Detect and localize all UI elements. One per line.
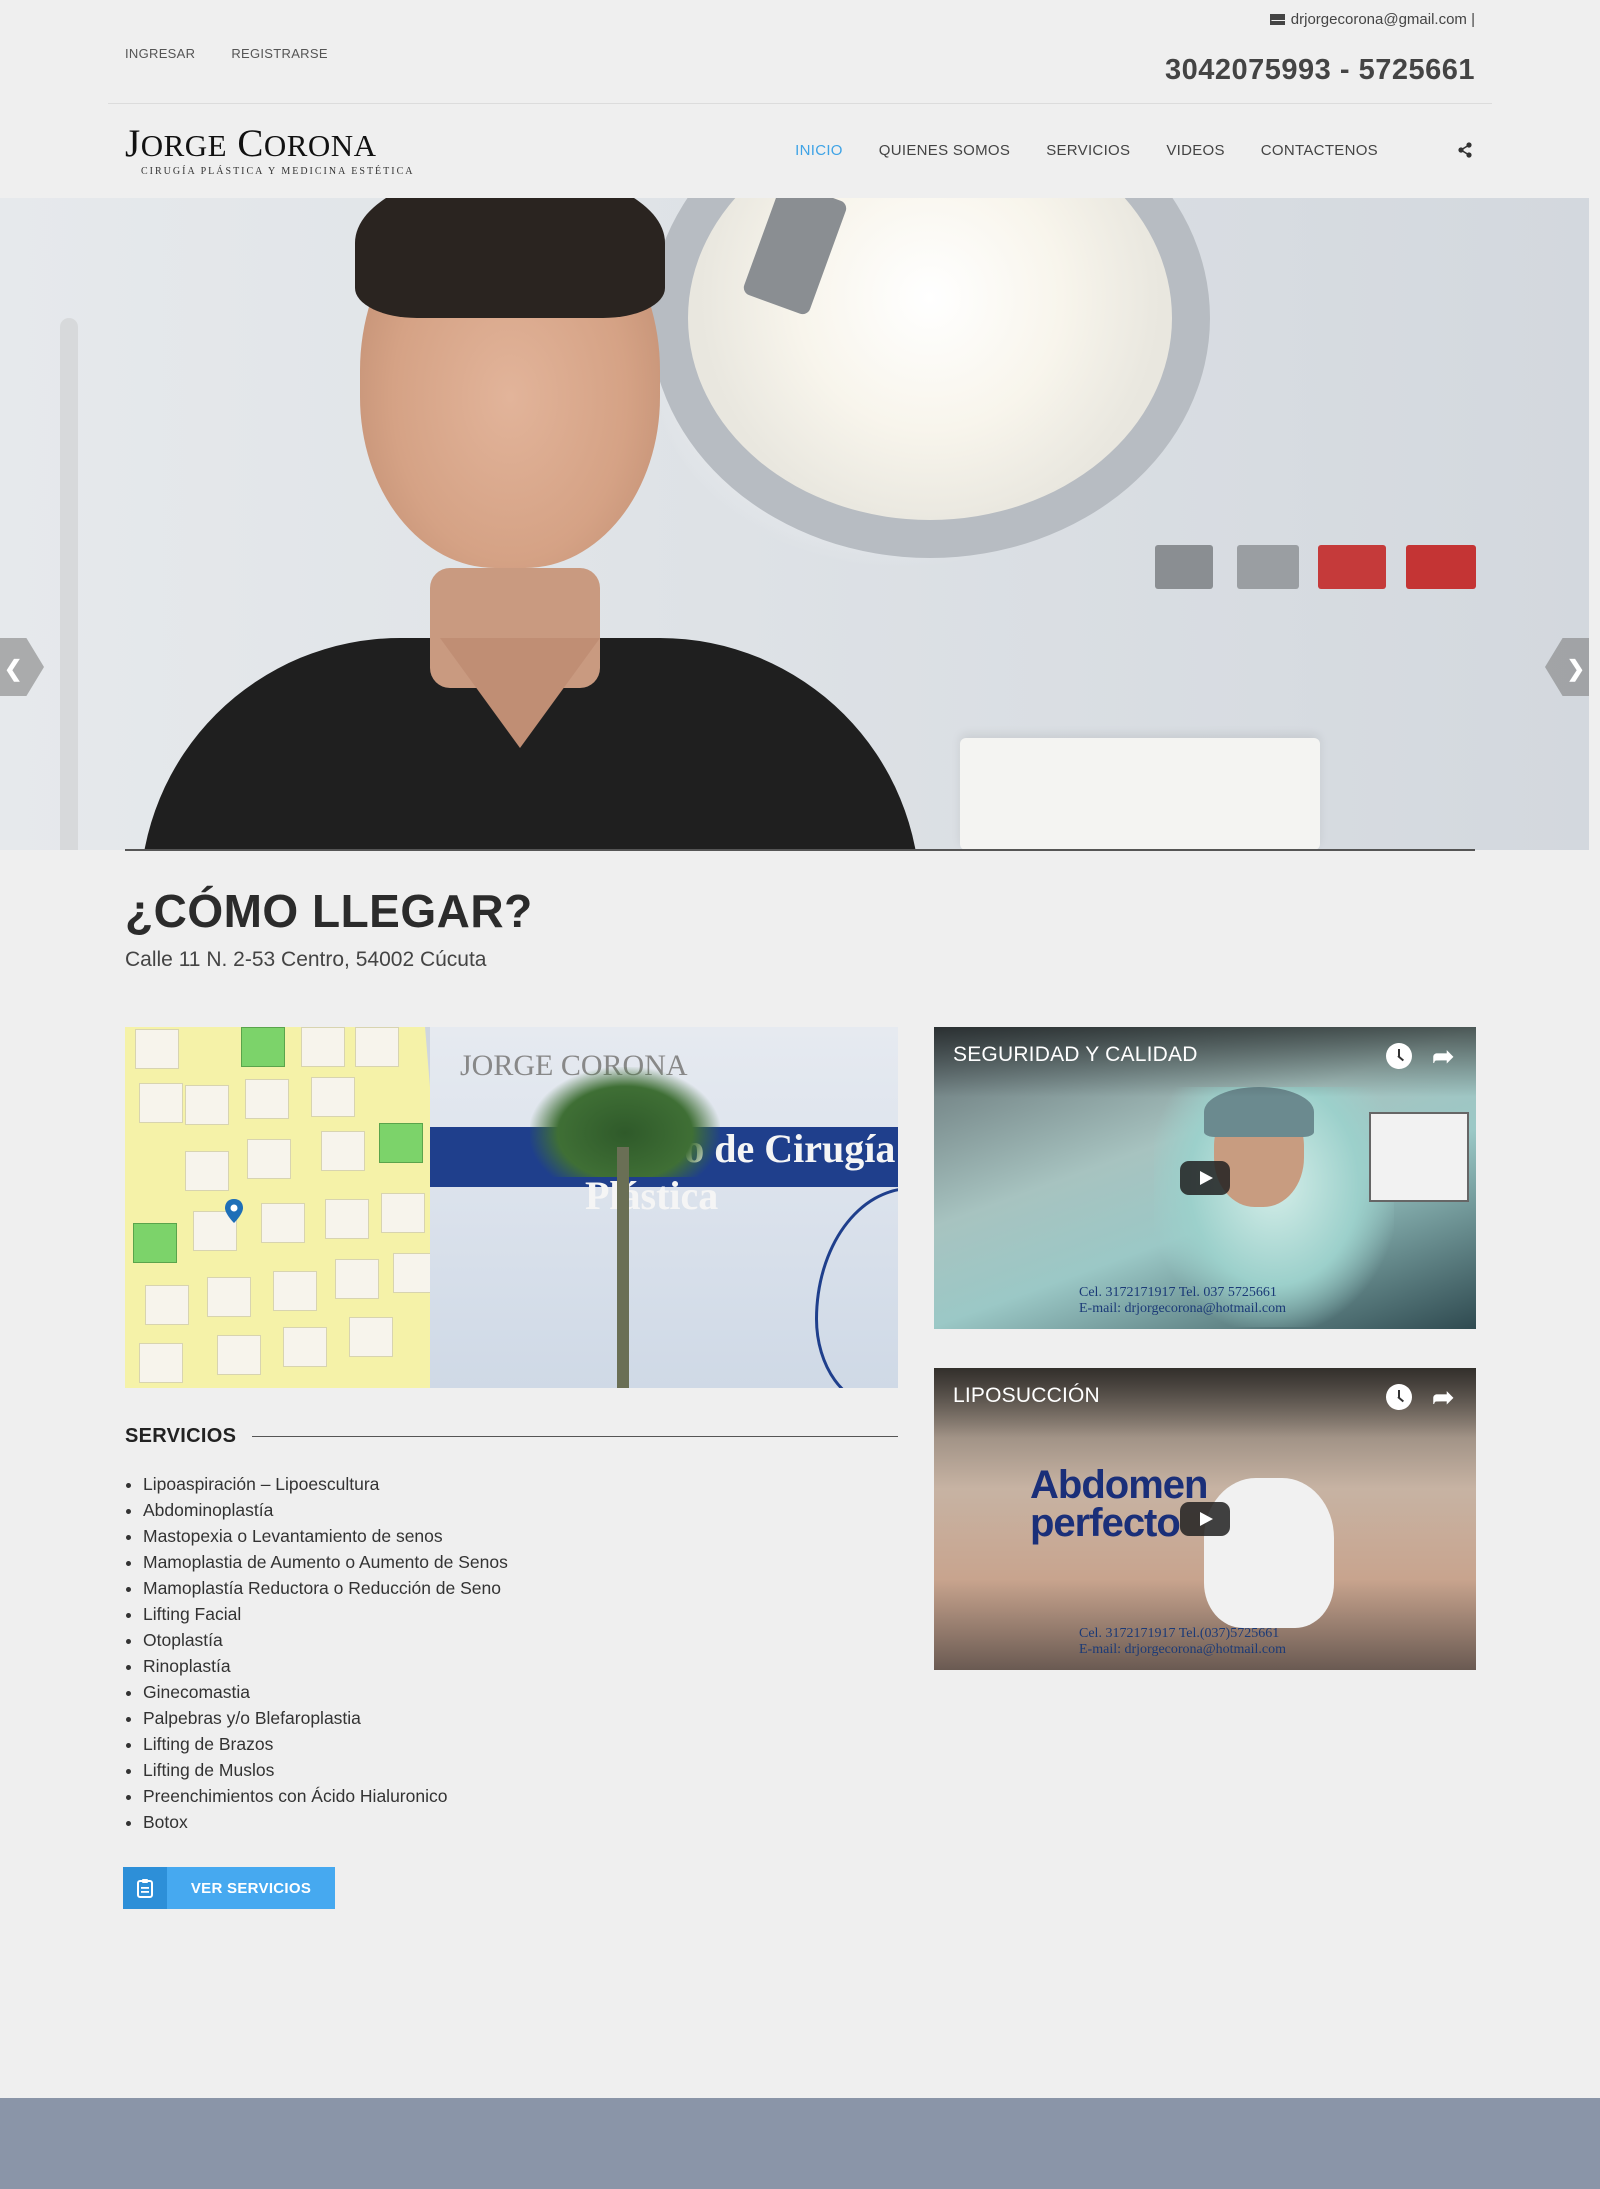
map-pin-icon	[225, 1199, 243, 1223]
footer	[0, 2098, 1600, 2189]
list-item: Mamoplastía Reductora o Reducción de Sen…	[143, 1577, 508, 1603]
share-arrow-icon[interactable]: ➦	[1432, 1041, 1454, 1072]
list-item: Lifting de Muslos	[143, 1759, 508, 1785]
top-bar: INGRESAR REGISTRARSE drjorgecorona@gmail…	[0, 0, 1600, 105]
divider	[252, 1435, 898, 1437]
contact-phone: 3042075993 - 5725661	[1165, 54, 1475, 86]
services-heading: SERVICIOS	[125, 1423, 898, 1449]
video-caption: Cel. 3172171917 Tel. 037 5725661	[1079, 1285, 1277, 1300]
login-link[interactable]: INGRESAR	[125, 46, 195, 61]
medical-device	[960, 738, 1320, 850]
nav-item-servicios[interactable]: SERVICIOS	[1046, 142, 1130, 159]
list-item: Preenchimientos con Ácido Hialuronico	[143, 1785, 508, 1811]
divider	[125, 849, 1475, 851]
iv-pole	[60, 318, 78, 850]
share-arrow-icon[interactable]: ➦	[1432, 1382, 1454, 1413]
main-navbar: JORGE CORONA CIRUGÍA PLÁSTICA Y MEDICINA…	[0, 104, 1600, 198]
play-button[interactable]	[1180, 1161, 1230, 1195]
video-title[interactable]: LIPOSUCCIÓN	[953, 1384, 1100, 1408]
section-title: ¿CÓMO LLEGAR?	[125, 885, 533, 937]
video-title[interactable]: SEGURIDAD Y CALIDAD	[953, 1043, 1198, 1067]
video-player-seguridad[interactable]: SEGURIDAD Y CALIDAD ➦ Cel. 3172171917 Te…	[934, 1027, 1476, 1329]
list-item: Ginecomastia	[143, 1681, 508, 1707]
register-link[interactable]: REGISTRARSE	[231, 46, 327, 61]
logo-wordmark: JORGE CORONA	[125, 122, 377, 165]
list-item: Rinoplastía	[143, 1655, 508, 1681]
contact-email[interactable]: drjorgecorona@gmail.com |	[1269, 11, 1475, 28]
services-title: SERVICIOS	[125, 1424, 237, 1447]
button-label: VER SERVICIOS	[190, 1879, 312, 1897]
video-caption: E-mail: drjorgecorona@hotmail.com	[1079, 1642, 1287, 1657]
list-item: Abdominoplastía	[143, 1499, 508, 1525]
share-icon[interactable]	[1457, 142, 1473, 158]
view-services-button[interactable]: VER SERVICIOS	[123, 1867, 335, 1909]
watch-later-icon[interactable]	[1386, 1043, 1412, 1069]
nav-item-inicio[interactable]: INICIO	[795, 142, 843, 159]
play-button[interactable]	[1180, 1502, 1230, 1536]
account-links: INGRESAR REGISTRARSE	[125, 46, 328, 61]
nav-item-contactenos[interactable]: CONTACTENOS	[1261, 142, 1378, 159]
services-list: Lipoaspiración – Lipoescultura Abdominop…	[143, 1473, 508, 1837]
list-item: Lifting de Brazos	[143, 1733, 508, 1759]
video-caption: E-mail: drjorgecorona@hotmail.com	[1079, 1301, 1287, 1316]
chevron-right-icon: ❯	[1566, 656, 1585, 681]
location-image: JORGE CORONA Centro de Cirugía Plástica	[125, 1027, 898, 1388]
address: Calle 11 N. 2-53 Centro, 54002 Cúcuta	[125, 948, 487, 971]
list-item: Lifting Facial	[143, 1603, 508, 1629]
list-item: Palpebras y/o Blefaroplastia	[143, 1707, 508, 1733]
chevron-left-icon: ❮	[4, 656, 23, 681]
nav-menu: INICIO QUIENES SOMOS SERVICIOS VIDEOS CO…	[795, 142, 1378, 159]
list-item: Lipoaspiración – Lipoescultura	[143, 1473, 508, 1499]
list-item: Mamoplastia de Aumento o Aumento de Seno…	[143, 1551, 508, 1577]
list-item: Otoplastía	[143, 1629, 508, 1655]
video-player-liposuccion[interactable]: LIPOSUCCIÓN ➦ Abdomen perfecto Cel. 3172…	[934, 1368, 1476, 1670]
hero-slider: ❮ ❯	[0, 198, 1589, 850]
nav-item-videos[interactable]: VIDEOS	[1166, 142, 1224, 159]
logo-tagline: CIRUGÍA PLÁSTICA Y MEDICINA ESTÉTICA	[141, 166, 415, 177]
nav-item-quienes-somos[interactable]: QUIENES SOMOS	[879, 142, 1010, 159]
list-item: Botox	[143, 1811, 508, 1837]
email-text: drjorgecorona@gmail.com |	[1290, 11, 1475, 28]
video-caption: Cel. 3172171917 Tel.(037)5725661	[1079, 1626, 1280, 1641]
watch-later-icon[interactable]	[1386, 1384, 1412, 1410]
envelope-icon	[1269, 14, 1285, 25]
clipboard-icon	[123, 1867, 167, 1909]
list-item: Mastopexia o Levantamiento de senos	[143, 1525, 508, 1551]
site-logo[interactable]: JORGE CORONA CIRUGÍA PLÁSTICA Y MEDICINA…	[125, 122, 415, 178]
